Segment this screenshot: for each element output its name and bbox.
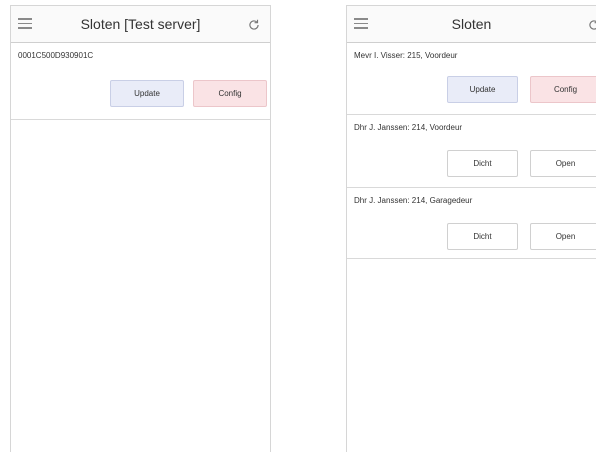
lock-list-item: Dhr J. Janssen: 214, Garagedeur Dicht Op…	[347, 188, 596, 259]
lock-name: Dhr J. Janssen: 214, Garagedeur	[354, 196, 473, 205]
lock-name: Dhr J. Janssen: 214, Voordeur	[354, 123, 463, 132]
close-lock-button[interactable]: Dicht	[447, 150, 518, 177]
config-button[interactable]: Config	[530, 76, 596, 103]
refresh-icon[interactable]	[247, 18, 261, 32]
lock-name: 0001C500D930901C	[18, 51, 94, 60]
close-lock-button[interactable]: Dicht	[447, 223, 518, 250]
lock-list-item: Mevr I. Visser: 215, Voordeur Update Con…	[347, 43, 596, 115]
lock-list-item: 0001C500D930901C Update Config	[11, 43, 270, 120]
update-button[interactable]: Update	[110, 80, 184, 107]
update-button[interactable]: Update	[447, 76, 518, 103]
phone-screen-left: Sloten [Test server] 0001C500D930901C Up…	[10, 5, 271, 452]
lock-list-item: Dhr J. Janssen: 214, Voordeur Dicht Open	[347, 115, 596, 188]
config-button[interactable]: Config	[193, 80, 267, 107]
phone-screen-right: Sloten Mevr I. Visser: 215, Voordeur Upd…	[346, 5, 596, 452]
lock-name: Mevr I. Visser: 215, Voordeur	[354, 51, 458, 60]
app-title: Sloten	[451, 16, 492, 32]
refresh-icon[interactable]	[587, 18, 596, 32]
app-title: Sloten [Test server]	[80, 16, 201, 32]
open-lock-button[interactable]: Open	[530, 150, 596, 177]
open-lock-button[interactable]: Open	[530, 223, 596, 250]
app-bar: Sloten [Test server]	[11, 6, 270, 43]
app-bar: Sloten	[347, 6, 596, 43]
